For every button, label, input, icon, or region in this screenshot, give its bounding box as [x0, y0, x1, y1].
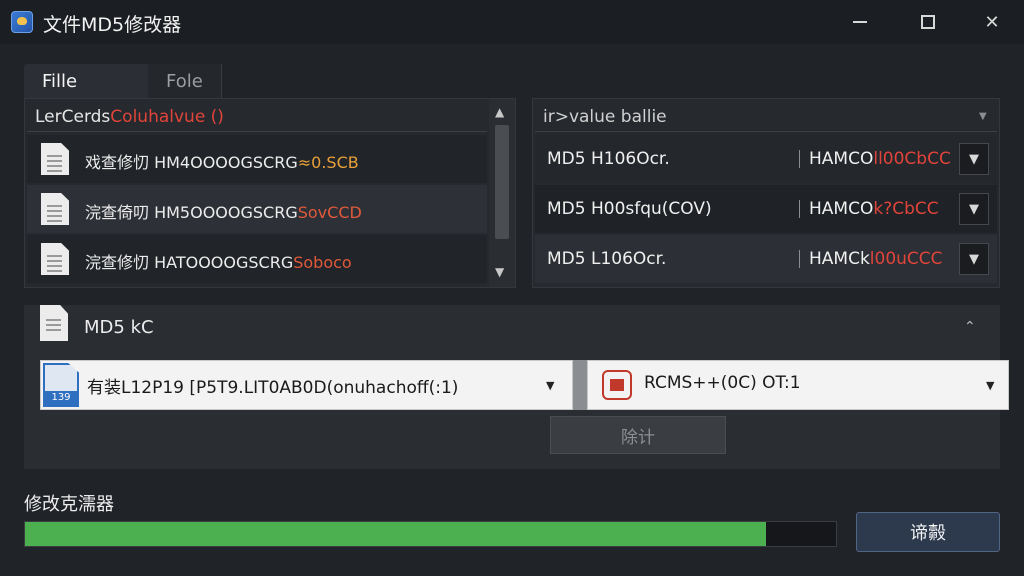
md5-list-header: ir>value ballie: [543, 107, 667, 127]
window-title: 文件MD5修改器: [43, 14, 182, 36]
select-divider: [573, 360, 587, 410]
file-name-text: 浣查修忉 HATOOOOGSCRG: [85, 253, 294, 272]
md5-dropdown-button[interactable]: ▼: [959, 193, 989, 225]
minimize-icon: [853, 21, 867, 23]
primary-action-button[interactable]: 谛㲉: [856, 512, 1000, 552]
file-list-scrollbar[interactable]: ▲ ▼: [489, 99, 515, 287]
md5-label: MD5 H106Ocr.: [547, 149, 670, 169]
remove-button[interactable]: 除计: [550, 416, 726, 454]
file-row[interactable]: 浣查修忉 HATOOOOGSCRGSoboco: [27, 235, 487, 283]
md5-panel-title: MD5 kC: [84, 317, 154, 338]
file-list-header-accent: Coluhalvue (): [110, 107, 224, 127]
source-file-select[interactable]: 139 有装L12P19 [P5T9.LIT0AB0D(onuhachoff(:…: [40, 360, 573, 410]
md5-value-text: HAMCO: [809, 149, 874, 169]
column-separator: [799, 150, 800, 168]
md5-dropdown-button[interactable]: ▼: [959, 143, 989, 175]
maximize-icon: [921, 15, 935, 29]
format-icon: [602, 370, 632, 400]
maximize-button[interactable]: [908, 8, 948, 36]
file-name: 浣查倚叨 HM5OOOOGSCRGSovCCD: [85, 199, 362, 223]
progress-label: 修改克濡器: [24, 494, 114, 515]
md5-row[interactable]: MD5 H00sfqu(COV) HAMCOk?CbCC ▼: [535, 185, 997, 233]
header-divider: [27, 131, 487, 132]
app-logo-icon: [11, 11, 33, 33]
chevron-down-icon: ▼: [986, 379, 995, 392]
chevron-down-icon: ▼: [969, 251, 979, 267]
chevron-down-icon: ▼: [969, 151, 979, 167]
column-separator: [799, 250, 800, 268]
md5-value-text: HAMCk: [809, 249, 870, 269]
md5-dropdown-button[interactable]: ▼: [959, 243, 989, 275]
chevron-down-icon: ▼: [546, 379, 555, 392]
document-icon: [41, 243, 69, 275]
progress-bar: [24, 521, 837, 547]
md5-value-text: HAMCO: [809, 199, 874, 219]
md5-value-accent: ll00CbCC: [873, 149, 951, 169]
document-icon: [41, 143, 69, 175]
target-format-value: RCMS++(0C) OT:1: [644, 373, 801, 393]
file-name: 戏查修忉 HM4OOOOGSCRG≈0.SCB: [85, 149, 359, 173]
document-icon: [40, 305, 68, 341]
close-icon: ✕: [984, 11, 1000, 33]
md5-label: MD5 L106Ocr.: [547, 249, 667, 269]
file-name-text: 浣查倚叨 HM5OOOOGSCRG: [85, 203, 298, 222]
tab-fole[interactable]: Fole: [148, 64, 222, 98]
document-icon: [41, 193, 69, 225]
md5-label: MD5 H00sfqu(COV): [547, 199, 712, 219]
file-row[interactable]: 浣查倚叨 HM5OOOOGSCRGSovCCD: [27, 185, 487, 233]
column-separator: [799, 200, 800, 218]
file-list-header: LerCerdsColuhalvue (): [35, 107, 224, 127]
header-divider: [535, 131, 997, 132]
md5-settings-panel: MD5 kC ⌃ 139 有装L12P19 [P5T9.LIT0AB0D(onu…: [24, 305, 1009, 469]
header-sort-icon[interactable]: ▼: [979, 111, 987, 122]
file-name-accent: SovCCD: [297, 203, 362, 222]
file-name-accent: Soboco: [293, 253, 352, 272]
file-row[interactable]: 戏查修忉 HM4OOOOGSCRG≈0.SCB: [27, 135, 487, 183]
progress-fill: [25, 522, 766, 546]
file-type-tag: 139: [43, 391, 79, 405]
md5-list-panel: ir>value ballie ▼ MD5 H106Ocr. HAMCOll00…: [532, 98, 1000, 288]
md5-value-accent: k?CbCC: [873, 199, 939, 219]
file-list-panel: LerCerdsColuhalvue () 戏查修忉 HM4OOOOGSCRG≈…: [24, 98, 516, 288]
file-name-text: 戏查修忉 HM4OOOOGSCRG: [85, 153, 298, 172]
scroll-thumb[interactable]: [495, 125, 509, 239]
md5-value: HAMCkl00uCCC: [809, 249, 943, 269]
minimize-button[interactable]: [840, 8, 880, 36]
source-file-value: 有装L12P19 [P5T9.LIT0AB0D(onuhachoff(:1): [87, 378, 459, 398]
target-format-select[interactable]: RCMS++(0C) OT:1 ▼: [587, 360, 1009, 410]
file-name: 浣查修忉 HATOOOOGSCRGSoboco: [85, 249, 352, 273]
file-list-header-label: LerCerds: [35, 107, 111, 127]
md5-row[interactable]: MD5 H106Ocr. HAMCOll00CbCC ▼: [535, 135, 997, 183]
chevron-down-icon: ▼: [969, 201, 979, 217]
file-name-accent: ≈0.SCB: [297, 153, 359, 172]
app-window: 文件MD5修改器 ✕ Fille Fole LerCerdsColuhalvue…: [0, 0, 1024, 576]
scroll-down-icon[interactable]: ▼: [495, 265, 504, 279]
md5-value: HAMCOk?CbCC: [809, 199, 939, 219]
collapse-icon[interactable]: ⌃: [964, 319, 976, 335]
title-bar: 文件MD5修改器 ✕: [0, 0, 1024, 44]
tab-file[interactable]: Fille: [24, 64, 148, 98]
md5-row[interactable]: MD5 L106Ocr. HAMCkl00uCCC ▼: [535, 235, 997, 283]
scroll-up-icon[interactable]: ▲: [495, 105, 504, 119]
md5-value-accent: l00uCCC: [869, 249, 943, 269]
md5-value: HAMCOll00CbCC: [809, 149, 951, 169]
close-button[interactable]: ✕: [972, 8, 1012, 36]
